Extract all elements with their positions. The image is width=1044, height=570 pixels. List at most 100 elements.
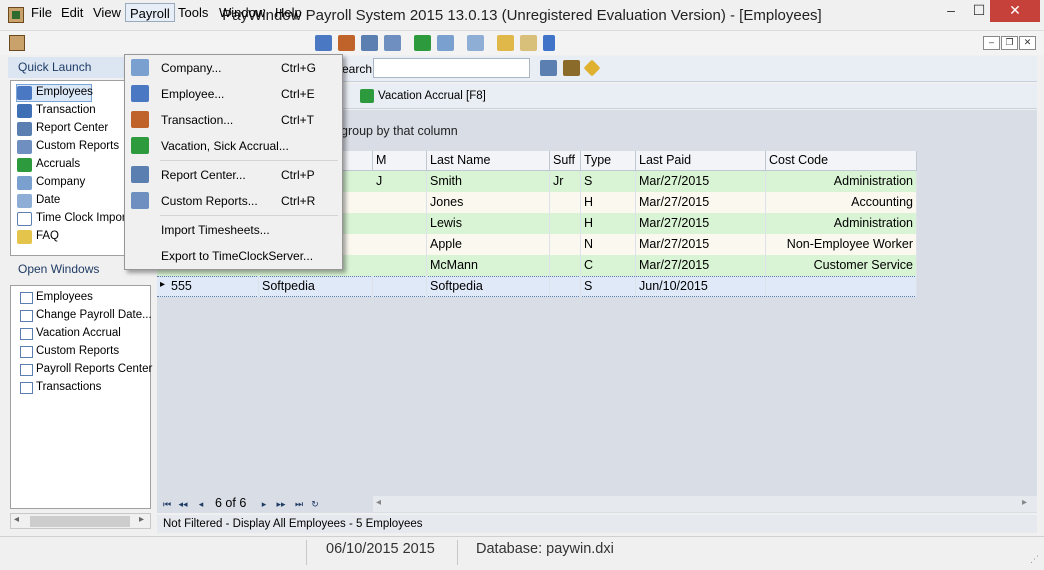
menu-item-vacation-sick-accrual[interactable]: Vacation, Sick Accrual...: [125, 133, 342, 159]
scroll-right-icon[interactable]: ▸: [1022, 497, 1027, 508]
cell-type[interactable]: H: [581, 192, 636, 213]
open-window-item[interactable]: Payroll Reports Center: [20, 361, 152, 379]
folder-icon[interactable]: [520, 35, 537, 51]
menu-item-report-center[interactable]: Report Center... Ctrl+P: [125, 162, 342, 188]
cell-last-paid[interactable]: Jun/10/2015: [636, 276, 766, 297]
cell-last-name[interactable]: Jones: [427, 192, 550, 213]
cell-last-name[interactable]: McMann: [427, 255, 550, 276]
cell-suff[interactable]: [550, 255, 581, 276]
cell-m[interactable]: [373, 255, 427, 276]
col-header-last-paid[interactable]: Last Paid: [636, 151, 766, 171]
mdi-doc-icon[interactable]: [9, 35, 25, 51]
open-folder-icon[interactable]: [497, 35, 514, 51]
grid-horizontal-scrollbar[interactable]: [373, 496, 1037, 512]
cell-id[interactable]: 555: [168, 276, 259, 297]
cell-cost-code[interactable]: Non-Employee Worker: [766, 234, 917, 255]
open-window-item[interactable]: Custom Reports: [20, 343, 148, 361]
cell-last-name[interactable]: Lewis: [427, 213, 550, 234]
cell-m[interactable]: [373, 276, 427, 297]
cell-m[interactable]: [373, 192, 427, 213]
last-page-icon[interactable]: ⏭: [292, 497, 306, 511]
close-button[interactable]: ✕: [990, 0, 1040, 22]
cell-cost-code[interactable]: Administration: [766, 213, 917, 234]
menu-window[interactable]: Window: [215, 3, 269, 22]
menu-item-transaction[interactable]: Transaction... Ctrl+T: [125, 107, 342, 133]
open-window-item[interactable]: Change Payroll Date...: [20, 307, 152, 325]
menu-help[interactable]: Help: [271, 3, 306, 22]
date-icon[interactable]: [467, 35, 484, 51]
menu-item-employee[interactable]: Employee... Ctrl+E: [125, 81, 342, 107]
search-input[interactable]: [373, 58, 530, 78]
menu-edit[interactable]: Edit: [57, 3, 87, 22]
company-icon[interactable]: [437, 35, 454, 51]
open-window-item[interactable]: Vacation Accrual: [20, 325, 148, 343]
menu-item-export-timeclockserver[interactable]: Export to TimeClockServer...: [125, 243, 342, 269]
next-record-icon[interactable]: ▸: [257, 497, 271, 511]
cell-last-paid[interactable]: Mar/27/2015: [636, 192, 766, 213]
cell-last-name[interactable]: Softpedia: [427, 276, 550, 297]
cell-cost-code[interactable]: Accounting: [766, 192, 917, 213]
open-window-item[interactable]: Employees: [20, 289, 148, 307]
col-header-m[interactable]: M: [373, 151, 427, 171]
next-page-icon[interactable]: ▸▸: [274, 497, 288, 511]
cell-type[interactable]: C: [581, 255, 636, 276]
cell-type[interactable]: N: [581, 234, 636, 255]
scroll-left-icon[interactable]: ◂: [14, 514, 19, 525]
mdi-restore-button[interactable]: ❐: [1001, 36, 1018, 50]
download-arrow-icon[interactable]: [543, 35, 555, 51]
accruals-icon[interactable]: [414, 35, 431, 51]
cell-suff[interactable]: Jr: [550, 171, 581, 192]
cell-last-paid[interactable]: Mar/27/2015: [636, 234, 766, 255]
mdi-minimize-button[interactable]: –: [983, 36, 1000, 50]
cell-cost-code[interactable]: Customer Service: [766, 255, 917, 276]
cell-suff[interactable]: [550, 192, 581, 213]
prev-record-icon[interactable]: ◂: [194, 497, 208, 511]
refresh-icon[interactable]: ↻: [308, 497, 322, 511]
report-center-icon[interactable]: [361, 35, 378, 51]
col-header-cost-code[interactable]: Cost Code: [766, 151, 917, 171]
cell-cost-code[interactable]: [766, 276, 917, 297]
cell-suff[interactable]: [550, 234, 581, 255]
cell-type[interactable]: S: [581, 276, 636, 297]
cell-type[interactable]: S: [581, 171, 636, 192]
cell-last-paid[interactable]: Mar/27/2015: [636, 171, 766, 192]
menu-item-import-timesheets[interactable]: Import Timesheets...: [125, 217, 342, 243]
cell-type[interactable]: H: [581, 213, 636, 234]
report-icon[interactable]: [540, 60, 557, 76]
menu-item-company[interactable]: Company... Ctrl+G: [125, 55, 342, 81]
menu-file[interactable]: File: [27, 3, 56, 22]
scroll-right-icon[interactable]: ▸: [139, 514, 144, 525]
scrollbar-thumb[interactable]: [30, 516, 130, 527]
col-header-suff[interactable]: Suff: [550, 151, 581, 171]
cell-last-name[interactable]: Apple: [427, 234, 550, 255]
open-window-item[interactable]: Transactions: [20, 379, 148, 397]
col-header-last-name[interactable]: Last Name: [427, 151, 550, 171]
cell-cost-code[interactable]: Administration: [766, 171, 917, 192]
tab-vacation-accrual[interactable]: Vacation Accrual [F8]: [378, 90, 486, 102]
col-header-type[interactable]: Type: [581, 151, 636, 171]
cell-last-paid[interactable]: Mar/27/2015: [636, 255, 766, 276]
transaction-icon[interactable]: [338, 35, 355, 51]
cell-m[interactable]: J: [373, 171, 427, 192]
prev-page-icon[interactable]: ◂◂: [176, 497, 190, 511]
employee-icon[interactable]: [315, 35, 332, 51]
cell-m[interactable]: [373, 234, 427, 255]
menu-item-custom-reports[interactable]: Custom Reports... Ctrl+R: [125, 188, 342, 214]
cell-suff[interactable]: [550, 276, 581, 297]
cell-suff[interactable]: [550, 213, 581, 234]
open-window-label: Custom Reports: [36, 345, 120, 357]
menu-tools[interactable]: Tools: [174, 3, 212, 22]
scroll-left-icon[interactable]: ◂: [376, 497, 381, 508]
window-icon: [20, 292, 33, 304]
mdi-close-button[interactable]: ✕: [1019, 36, 1036, 50]
cell-m[interactable]: [373, 213, 427, 234]
resize-grip-icon[interactable]: ⋰: [1030, 554, 1039, 565]
cell-last-name[interactable]: Smith: [427, 171, 550, 192]
custom-reports-icon[interactable]: [384, 35, 401, 51]
cell-first-name[interactable]: Softpedia: [259, 276, 373, 297]
cell-last-paid[interactable]: Mar/27/2015: [636, 213, 766, 234]
menu-payroll[interactable]: Payroll: [125, 3, 175, 22]
books-icon[interactable]: [563, 60, 580, 76]
menu-view[interactable]: View: [89, 3, 125, 22]
first-page-icon[interactable]: ⏮: [160, 497, 174, 511]
